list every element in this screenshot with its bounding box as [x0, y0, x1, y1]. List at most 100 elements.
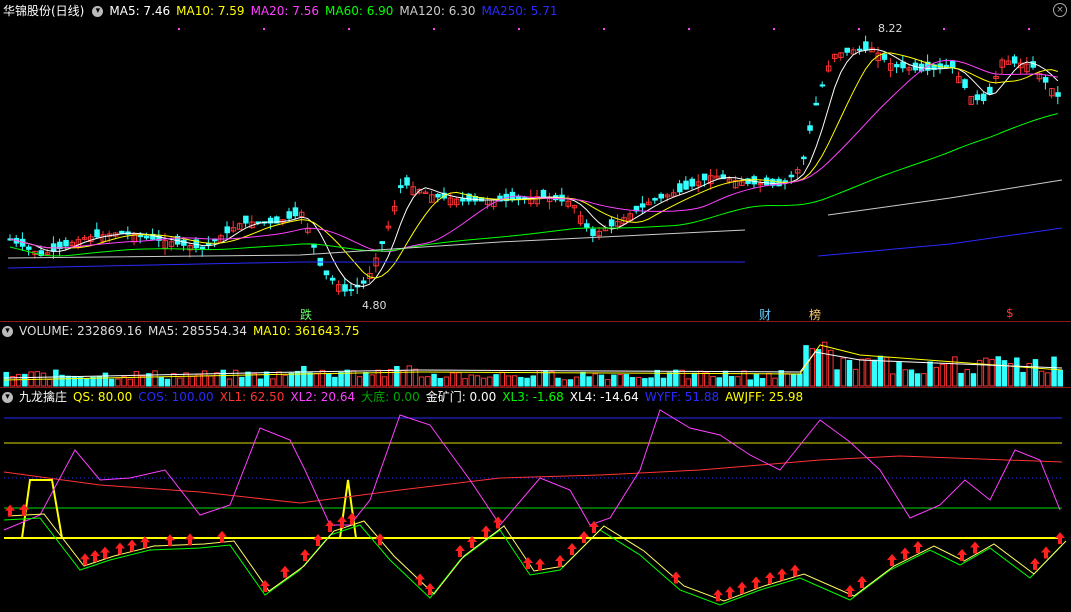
- candle-body: [224, 226, 230, 234]
- volume-bar: [561, 379, 567, 387]
- red-arrow-icon: [90, 550, 100, 562]
- volume-legend-item-2: MA10: 361643.75: [252, 324, 360, 338]
- volume-bar: [567, 379, 574, 387]
- settings-knob-icon[interactable]: ▾: [92, 6, 104, 17]
- candle-body: [63, 240, 69, 247]
- volume-bar: [617, 374, 623, 387]
- qs-line: [4, 479, 1062, 539]
- candle-body: [949, 61, 956, 69]
- volume-bar: [598, 374, 605, 387]
- close-icon[interactable]: ×: [1053, 3, 1067, 17]
- candle-body: [980, 93, 987, 102]
- candle-body: [212, 238, 218, 242]
- volume-bar: [1051, 356, 1057, 387]
- volume-bar: [344, 369, 350, 387]
- red-arrow-icon: [845, 585, 855, 597]
- volume-bar: [406, 365, 412, 387]
- volume-bar: [418, 376, 425, 387]
- volume-bar: [270, 378, 276, 387]
- red-arrow-icon: [579, 531, 589, 543]
- candle-body: [677, 183, 683, 193]
- candle-body: [683, 180, 689, 190]
- volume-bar: [753, 374, 760, 387]
- red-arrow-icon: [115, 542, 125, 555]
- volume-bar: [759, 378, 766, 387]
- indicator-legend-item-9: AWJFF: 25.98: [725, 390, 804, 404]
- red-arrow-icon: [217, 530, 227, 543]
- ma60-line: [9, 113, 1058, 257]
- volume-bar: [815, 349, 822, 387]
- volume-bar: [902, 369, 908, 387]
- volume-bar: [1001, 360, 1008, 387]
- volume-bar: [970, 373, 977, 387]
- ma-legend-item-0: MA5: 7.46: [109, 4, 171, 18]
- candle-body: [658, 193, 664, 199]
- top-tick: [603, 28, 605, 30]
- indicator-legend: ▾ 九龙擒庄 QS: 80.00 COS: 100.00 XL1: 62.50 XL2: …: [0, 388, 815, 406]
- volume-bar: [1007, 363, 1014, 387]
- volume-bar: [524, 377, 530, 387]
- volume-bar: [65, 375, 71, 387]
- candle-body: [435, 193, 441, 198]
- candle-body: [348, 289, 354, 292]
- candle-body: [286, 211, 292, 219]
- volume-bar: [468, 374, 474, 387]
- red-arrow-icon: [535, 558, 545, 571]
- volume-bar: [846, 359, 853, 387]
- volume-bar: [338, 372, 344, 387]
- ma250-line: [817, 227, 1063, 257]
- volume-bar: [834, 369, 840, 387]
- volume-bar: [840, 357, 846, 387]
- red-arrow-icon: [165, 534, 175, 547]
- volume-bar: [313, 372, 319, 387]
- volume-bar: [288, 372, 295, 387]
- volume-bar: [462, 378, 468, 387]
- candle-body: [987, 86, 993, 95]
- volume-bar: [995, 356, 1001, 387]
- volume-bar: [133, 371, 140, 387]
- volume-bar: [704, 372, 710, 387]
- volume-bar: [170, 373, 177, 387]
- settings-knob-icon[interactable]: ▾: [2, 326, 13, 337]
- volume-bar: [821, 341, 828, 387]
- volume-bar: [425, 376, 431, 387]
- candle-body: [608, 219, 615, 227]
- volume-bar: [1014, 357, 1020, 387]
- volume-bar: [648, 377, 654, 387]
- chart-canvas[interactable]: [0, 0, 1071, 612]
- volume-bar: [102, 372, 109, 387]
- settings-knob-icon[interactable]: ▾: [2, 392, 13, 403]
- volume-legend: ▾ VOLUME: 232869.16 MA5: 285554.34 MA10: 36…: [0, 322, 372, 340]
- volume-bar: [766, 372, 772, 387]
- candle-body: [460, 198, 466, 202]
- volume-bar: [220, 369, 226, 387]
- red-arrow-icon: [1030, 557, 1040, 570]
- volume-bar: [46, 379, 53, 387]
- candle-body: [26, 246, 32, 250]
- indicator-legend-item-5: 金矿门: 0.00: [425, 390, 497, 404]
- candle-body: [119, 230, 125, 234]
- red-arrow-icon: [1055, 532, 1065, 545]
- candle-body: [844, 47, 850, 53]
- volume-bar: [363, 372, 369, 387]
- volume-bar: [232, 369, 239, 387]
- top-tick: [773, 28, 775, 30]
- volume-bar: [239, 376, 245, 387]
- volume-bar: [245, 371, 251, 387]
- xl4-line: [7, 513, 1067, 602]
- volume-bar: [890, 373, 896, 387]
- volume-bar: [325, 373, 332, 387]
- red-arrow-icon: [455, 545, 465, 557]
- marker-dollar[interactable]: $: [1006, 306, 1014, 320]
- low-price-label: 4.80: [362, 299, 387, 312]
- volume-bar: [908, 369, 915, 387]
- volume-bar: [1057, 369, 1063, 387]
- volume-bar: [332, 376, 338, 387]
- volume-bar: [518, 376, 524, 387]
- volume-bar: [530, 375, 536, 387]
- candle-body: [1055, 92, 1061, 97]
- candle-body: [639, 203, 646, 208]
- volume-bar: [257, 378, 264, 387]
- red-arrow-icon: [567, 543, 577, 555]
- volume-legend-item-1: MA5: 285554.34: [148, 324, 247, 338]
